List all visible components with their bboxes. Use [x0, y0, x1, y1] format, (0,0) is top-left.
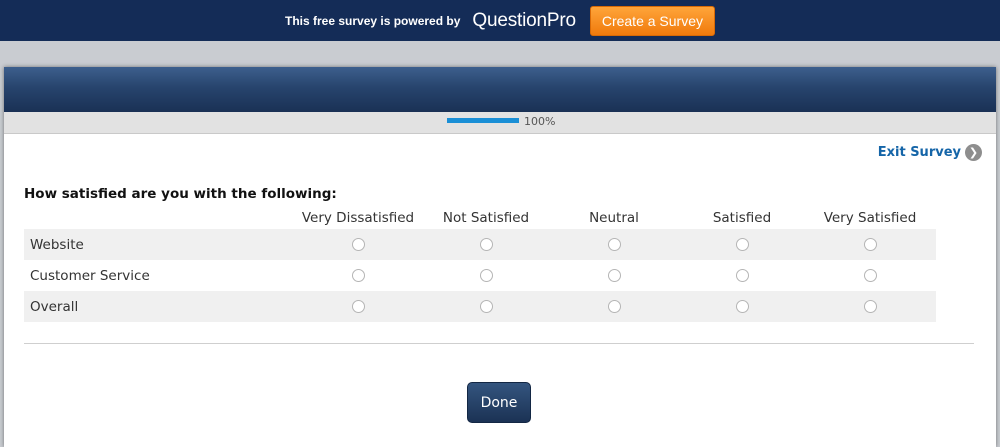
promo-bar: This free survey is powered by QuestionP… [0, 0, 1000, 41]
exit-survey-label[interactable]: Exit Survey [878, 145, 961, 160]
question-title: How satisfied are you with the following… [24, 186, 337, 202]
questionpro-logo[interactable]: QuestionPro [472, 10, 576, 32]
done-button[interactable]: Done [467, 382, 531, 423]
matrix-cell [806, 300, 934, 313]
arrow-right-circle-icon[interactable]: ❯ [965, 144, 982, 161]
matrix-cell [422, 238, 550, 251]
matrix-cell [806, 238, 934, 251]
create-survey-button[interactable]: Create a Survey [589, 5, 715, 36]
rating-radio[interactable] [479, 300, 493, 313]
matrix-row: Overall [24, 291, 936, 322]
rating-radio[interactable] [607, 238, 621, 251]
survey-header [4, 67, 996, 112]
divider [24, 343, 974, 344]
rating-radio[interactable] [351, 238, 365, 251]
rating-radio[interactable] [479, 238, 493, 251]
rating-radio[interactable] [735, 300, 749, 313]
matrix-cell [550, 238, 678, 251]
rating-radio[interactable] [607, 269, 621, 282]
matrix-cell [678, 238, 806, 251]
rating-radio[interactable] [735, 269, 749, 282]
promo-text: This free survey is powered by [285, 13, 461, 28]
matrix-cell [550, 269, 678, 282]
matrix-cell [678, 269, 806, 282]
matrix-header-row: Very Dissatisfied Not Satisfied Neutral Sat… [24, 207, 936, 229]
rating-radio[interactable] [351, 300, 365, 313]
matrix-cell [678, 300, 806, 313]
progress-label: 100% [524, 115, 556, 128]
column-header: Not Satisfied [442, 210, 530, 226]
column-header: Very Dissatisfied [301, 210, 415, 226]
matrix-cell [422, 300, 550, 313]
rating-radio[interactable] [607, 300, 621, 313]
progress-strip: 100% [4, 112, 996, 134]
row-label: Website [30, 236, 84, 253]
rating-radio[interactable] [735, 238, 749, 251]
rating-radio[interactable] [479, 269, 493, 282]
matrix-cell [294, 300, 422, 313]
matrix-row: Customer Service [24, 260, 936, 291]
column-header: Satisfied [712, 210, 772, 226]
column-header: Very Satisfied [823, 210, 917, 226]
column-header: Neutral [589, 210, 639, 226]
survey-panel: 100% Exit Survey ❯ How satisfied are you… [4, 67, 996, 447]
matrix-cell [294, 238, 422, 251]
rating-matrix: Very Dissatisfied Not Satisfied Neutral Sat… [24, 207, 936, 322]
matrix-cell [806, 269, 934, 282]
rating-radio[interactable] [351, 269, 365, 282]
row-label: Overall [30, 298, 79, 315]
rating-radio[interactable] [863, 269, 877, 282]
matrix-row: Website [24, 229, 936, 260]
progress-bar-fill [447, 118, 519, 123]
matrix-cell [550, 300, 678, 313]
row-label: Customer Service [30, 267, 150, 284]
progress-bar [447, 118, 519, 123]
matrix-cell [294, 269, 422, 282]
exit-survey-link[interactable]: Exit Survey ❯ [878, 144, 982, 161]
rating-radio[interactable] [863, 300, 877, 313]
rating-radio[interactable] [863, 238, 877, 251]
matrix-cell [422, 269, 550, 282]
